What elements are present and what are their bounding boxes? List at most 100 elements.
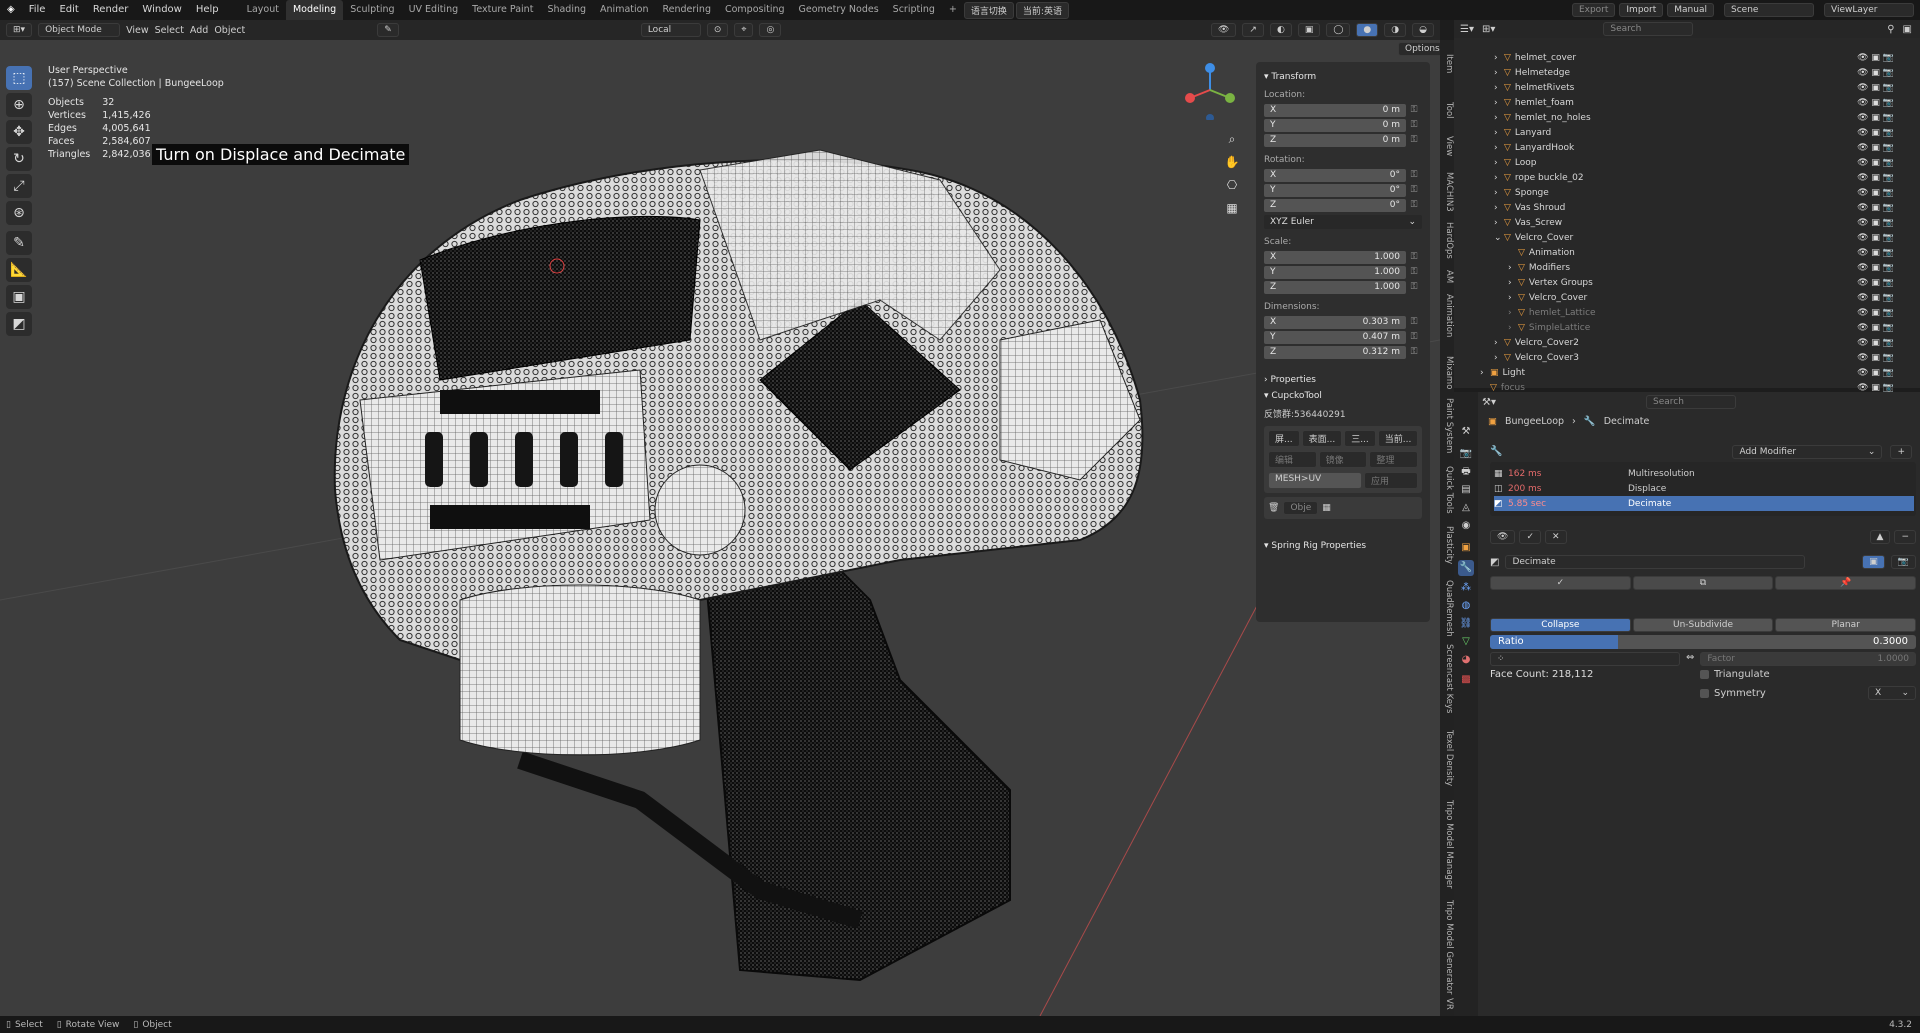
3d-viewport[interactable]: ⬚ ⊕ ✥ ↻ ⤢ ⊛ ✎ 📐 ▣ ◩ User Perspective (15… [0, 40, 1440, 1016]
object-menu[interactable]: Object [214, 25, 245, 36]
outliner-item[interactable]: › ▽ SimpleLattice 👁 ▣ 📷 [1454, 320, 1920, 335]
expand-chevron-icon[interactable]: › [1494, 173, 1504, 183]
manual-button[interactable]: Manual [1667, 3, 1714, 17]
visibility-toggles-icon[interactable]: 👁 ▣ 📷 [1857, 173, 1894, 183]
tool-tab-icon[interactable]: ⚒ [1458, 424, 1474, 440]
visibility-toggles-icon[interactable]: 👁 ▣ 📷 [1857, 323, 1894, 333]
display-mode-icon[interactable]: ⊞▾ [1482, 24, 1495, 35]
visibility-toggles-icon[interactable]: 👁 ▣ 📷 [1857, 158, 1894, 168]
scale-z-field[interactable]: Z 1.000 ⚿ [1264, 280, 1422, 294]
outliner-item[interactable]: › ▽ Sponge 👁 ▣ 📷 [1454, 185, 1920, 200]
gizmo-icon[interactable]: ↗ [1242, 23, 1264, 37]
vtab-vr[interactable]: VR [1440, 998, 1454, 1010]
vertex-group-field[interactable]: ⁘ [1490, 652, 1680, 666]
expand-chevron-icon[interactable]: › [1494, 143, 1504, 153]
vtab-texel-density[interactable]: Texel Density [1440, 730, 1454, 786]
vtab-tripo-model-manager[interactable]: Tripo Model Manager [1440, 800, 1454, 889]
tab-uv-editing[interactable]: UV Editing [402, 0, 466, 20]
vtab-quadremesh[interactable]: QuadRemesh [1440, 580, 1454, 637]
vtab-animation[interactable]: Animation [1440, 294, 1454, 337]
stack-row-displace[interactable]: ◫ 200 ms Displace [1494, 481, 1914, 496]
visibility-toggles-icon[interactable]: 👁 ▣ 📷 [1857, 368, 1894, 378]
visibility-toggles-icon[interactable]: 👁 ▣ 📷 [1857, 383, 1894, 393]
tab-geometry-nodes[interactable]: Geometry Nodes [792, 0, 886, 20]
properties-search-input[interactable]: Search [1645, 395, 1736, 409]
eyedropper-icon[interactable]: ✎ [377, 23, 399, 37]
outliner-item[interactable]: ⌄ ▽ Velcro_Cover 👁 ▣ 📷 [1454, 230, 1920, 245]
shading-solid-icon[interactable]: ● [1356, 23, 1379, 37]
visibility-toggles-icon[interactable]: 👁 ▣ 📷 [1857, 263, 1894, 273]
outliner-search-input[interactable]: Search [1603, 22, 1694, 36]
show-viewport-icon[interactable]: 👁 [1490, 530, 1516, 544]
mesh-uv-button[interactable]: MESH>UV [1268, 472, 1362, 489]
scene-tab-icon[interactable]: ◬ [1458, 500, 1474, 516]
shading-material-icon[interactable]: ◑ [1384, 23, 1407, 37]
outliner-item[interactable]: › ▽ helmet_cover 👁 ▣ 📷 [1454, 50, 1920, 65]
visibility-toggles-icon[interactable]: 👁 ▣ 📷 [1857, 53, 1894, 63]
cupcko-btn-edit[interactable]: 编辑 [1268, 451, 1317, 468]
properties-editor-icon[interactable]: ⚒▾ [1482, 397, 1496, 408]
visibility-toggles-icon[interactable]: 👁 ▣ 📷 [1857, 293, 1894, 303]
tab-rendering[interactable]: Rendering [655, 0, 718, 20]
world-tab-icon[interactable]: ◉ [1458, 518, 1474, 534]
edit-mode-icon[interactable]: ✓ [1519, 530, 1541, 544]
view-menu[interactable]: View [126, 25, 149, 36]
trash-icon[interactable]: 🗑 [1268, 503, 1279, 513]
vtab-tripo-model-generator[interactable]: Tripo Model Generator [1440, 900, 1454, 994]
vtab-quick-tools[interactable]: Quick Tools [1440, 466, 1454, 514]
visibility-toggles-icon[interactable]: 👁 ▣ 📷 [1857, 338, 1894, 348]
render-tab-icon[interactable]: 📷 [1458, 446, 1474, 462]
outliner-item[interactable]: › ▽ hemlet_Lattice 👁 ▣ 📷 [1454, 305, 1920, 320]
xray-icon[interactable]: ▣ [1297, 23, 1321, 37]
object-field[interactable]: Obje [1283, 501, 1319, 515]
grease-pencil-tool-icon[interactable]: ◩ [6, 312, 32, 336]
modifier-tab-icon[interactable]: 🔧 [1458, 560, 1474, 576]
scale-y-field[interactable]: Y 1.000 ⚿ [1264, 265, 1422, 279]
ortho-grid-icon[interactable]: ▦ [1224, 197, 1240, 220]
outliner-item[interactable]: › ▽ Vas_Screw 👁 ▣ 📷 [1454, 215, 1920, 230]
visibility-toggles-icon[interactable]: 👁 ▣ 📷 [1857, 248, 1894, 258]
outliner-item[interactable]: › ▽ Lanyard 👁 ▣ 📷 [1454, 125, 1920, 140]
rotation-mode-select[interactable]: XYZ Euler ⌄ [1264, 215, 1422, 229]
visibility-toggles-icon[interactable]: 👁 ▣ 📷 [1857, 143, 1894, 153]
expand-chevron-icon[interactable]: › [1508, 308, 1518, 318]
tab-compositing[interactable]: Compositing [718, 0, 792, 20]
outliner-item[interactable]: ▽ Animation 👁 ▣ 📷 [1454, 245, 1920, 260]
cursor-tool-icon[interactable]: ⊕ [6, 93, 32, 117]
expand-chevron-icon[interactable]: › [1494, 218, 1504, 228]
mode-unsubdivide[interactable]: Un-Subdivide [1632, 618, 1774, 632]
particles-tab-icon[interactable]: ⁂ [1458, 580, 1474, 596]
cupcko-btn-tidy[interactable]: 整理 [1369, 451, 1419, 468]
modifier-name-field[interactable]: Decimate [1505, 555, 1806, 569]
scale-tool-icon[interactable]: ⤢ [6, 174, 32, 198]
add-modifier-button[interactable]: Add Modifier ⌄ [1732, 444, 1883, 459]
expand-chevron-icon[interactable]: › [1494, 68, 1504, 78]
spring-rig-header[interactable]: ▾ Spring Rig Properties [1264, 541, 1422, 551]
outliner-item[interactable]: › ▽ Velcro_Cover2 👁 ▣ 📷 [1454, 335, 1920, 350]
overlay-icon[interactable]: ◐ [1269, 23, 1292, 37]
move-up-icon[interactable]: ▲ [1869, 530, 1891, 544]
render-toggle-icon[interactable]: 📷 [1890, 555, 1916, 569]
tab-animation[interactable]: Animation [593, 0, 655, 20]
expand-chevron-icon[interactable]: › [1494, 83, 1504, 93]
mode-collapse[interactable]: Collapse [1490, 618, 1631, 632]
annotate-tool-icon[interactable]: ✎ [6, 231, 32, 255]
visibility-toggles-icon[interactable]: 👁 ▣ 📷 [1857, 233, 1894, 243]
outliner-item[interactable]: › ▽ Vertex Groups 👁 ▣ 📷 [1454, 275, 1920, 290]
options-button[interactable]: Options [1398, 42, 1440, 56]
stack-row-decimate[interactable]: ◩ 5.85 sec Decimate [1494, 496, 1914, 511]
cupcko-btn-mirror[interactable]: 镜像 [1318, 451, 1368, 468]
filter-icon[interactable]: ⚲ [1887, 24, 1894, 35]
current-language-button[interactable]: 当前:英语 [1015, 1, 1069, 19]
language-switch-button[interactable]: 语言切换 [963, 1, 1014, 19]
outliner-item[interactable]: › ▽ rope buckle_02 👁 ▣ 📷 [1454, 170, 1920, 185]
expand-chevron-icon[interactable]: › [1508, 323, 1518, 333]
outliner-item[interactable]: › ▽ Velcro_Cover3 👁 ▣ 📷 [1454, 350, 1920, 365]
visibility-toggles-icon[interactable]: 👁 ▣ 📷 [1857, 278, 1894, 288]
pan-hand-icon[interactable]: ✋ [1224, 151, 1240, 174]
visibility-toggles-icon[interactable]: 👁 ▣ 📷 [1857, 113, 1894, 123]
menu-edit[interactable]: Edit [52, 0, 85, 20]
remove-modifier-icon[interactable]: − [1894, 530, 1916, 544]
expand-chevron-icon[interactable]: › [1494, 128, 1504, 138]
transform-tool-icon[interactable]: ⊛ [6, 201, 32, 225]
